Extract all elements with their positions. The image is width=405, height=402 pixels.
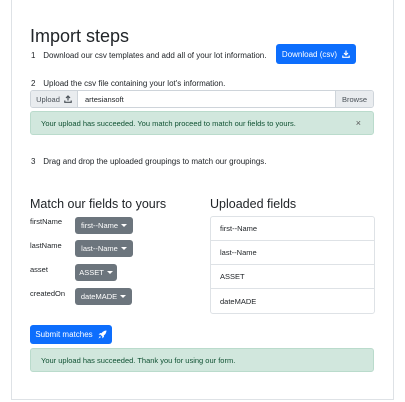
step-2-text: Upload the csv file containing your lot'… bbox=[43, 79, 226, 88]
upload-icon bbox=[64, 95, 72, 103]
close-icon[interactable]: × bbox=[356, 118, 361, 128]
download-icon bbox=[342, 50, 350, 58]
download-csv-button[interactable]: Download (csv) bbox=[276, 44, 356, 64]
upload-input-group: Upload artesiansoft Browse bbox=[30, 90, 374, 108]
firstname-dropdown-value: first--Name bbox=[80, 221, 119, 230]
caret-down-icon bbox=[106, 271, 113, 274]
step-1-text: Download our csv templates and add all o… bbox=[43, 51, 267, 60]
final-alert-text: Your upload has succeeded. Thank you for… bbox=[41, 355, 236, 365]
field-label-createdon: createdOn bbox=[30, 289, 66, 298]
field-label-lastname: lastName bbox=[30, 241, 62, 250]
caret-down-icon bbox=[120, 247, 127, 250]
step-1: 1 Download our csv templates and add all… bbox=[31, 51, 266, 60]
uploaded-field-item[interactable]: last--Name bbox=[211, 241, 374, 265]
field-label-firstname: firstName bbox=[30, 217, 63, 226]
step-1-number: 1 bbox=[31, 51, 36, 60]
caret-down-icon bbox=[120, 295, 127, 298]
step-2-number: 2 bbox=[31, 79, 36, 88]
step-3-text: Drag and drop the uploaded groupings to … bbox=[43, 157, 267, 166]
uploaded-field-item[interactable]: first--Name bbox=[211, 217, 374, 241]
upload-button-label: Upload bbox=[36, 94, 60, 104]
caret-down-icon bbox=[121, 224, 128, 227]
download-button-label: Download (csv) bbox=[281, 49, 338, 59]
browse-button[interactable]: Browse bbox=[335, 91, 373, 107]
step-2: 2 Upload the csv file containing your lo… bbox=[31, 79, 225, 88]
submit-button-label: Submit matches bbox=[35, 330, 93, 339]
firstname-dropdown[interactable]: first--Name bbox=[75, 217, 133, 234]
submit-matches-button[interactable]: Submit matches bbox=[30, 325, 112, 344]
step-3-number: 3 bbox=[31, 157, 36, 166]
lastname-dropdown-value: last--Name bbox=[81, 244, 118, 253]
uploaded-field-item[interactable]: dateMADE bbox=[211, 289, 374, 313]
field-label-asset: asset bbox=[30, 265, 48, 274]
step-3: 3 Drag and drop the uploaded groupings t… bbox=[31, 157, 267, 166]
asset-dropdown[interactable]: ASSET bbox=[75, 264, 117, 281]
uploaded-field-item[interactable]: ASSET bbox=[211, 265, 374, 289]
asset-dropdown-value: ASSET bbox=[79, 268, 104, 277]
uploaded-fields-heading: Uploaded fields bbox=[210, 197, 297, 211]
createdon-dropdown-value: dateMADE bbox=[80, 292, 118, 301]
createdon-dropdown[interactable]: dateMADE bbox=[75, 288, 132, 305]
upload-success-alert: Your upload has succeeded. You match pro… bbox=[30, 111, 374, 135]
upload-alert-text: Your upload has succeeded. You match pro… bbox=[41, 118, 296, 128]
file-name-field[interactable]: artesiansoft bbox=[78, 91, 335, 107]
match-fields-heading: Match our fields to yours bbox=[30, 197, 167, 211]
lastname-dropdown[interactable]: last--Name bbox=[75, 240, 133, 257]
upload-button[interactable]: Upload bbox=[31, 91, 78, 107]
rocket-icon bbox=[98, 330, 107, 339]
uploaded-fields-list: first--Name last--Name ASSET dateMADE bbox=[210, 216, 375, 314]
final-success-alert: Your upload has succeeded. Thank you for… bbox=[30, 348, 374, 372]
page-title: Import steps bbox=[30, 26, 130, 46]
